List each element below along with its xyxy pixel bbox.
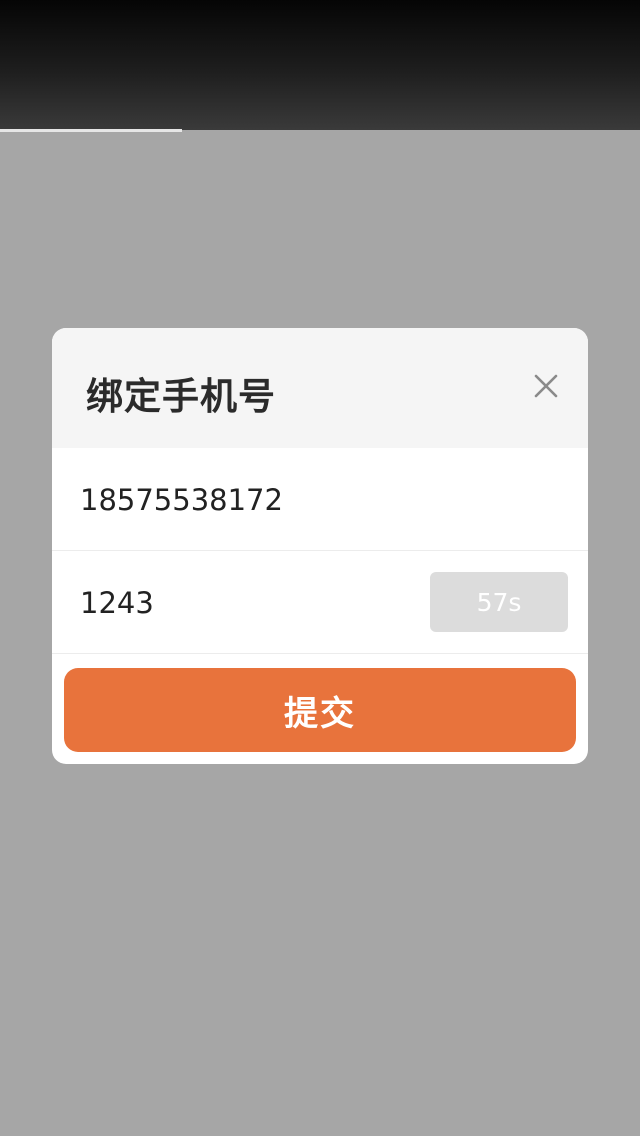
dialog-title: 绑定手机号 — [86, 375, 276, 418]
submit-button[interactable]: 提交 — [64, 668, 576, 752]
dialog-header: 绑定手机号 — [52, 328, 588, 448]
verification-code-row: 57s — [52, 551, 588, 654]
close-icon — [534, 374, 558, 398]
phone-input[interactable] — [80, 478, 560, 522]
verification-code-input[interactable] — [80, 581, 410, 625]
phone-row — [52, 448, 588, 551]
bind-phone-dialog: 绑定手机号 57s 提交 — [52, 328, 588, 764]
top-nav-bar — [0, 0, 640, 130]
send-code-countdown-button[interactable]: 57s — [430, 572, 568, 632]
close-button[interactable] — [524, 364, 568, 408]
